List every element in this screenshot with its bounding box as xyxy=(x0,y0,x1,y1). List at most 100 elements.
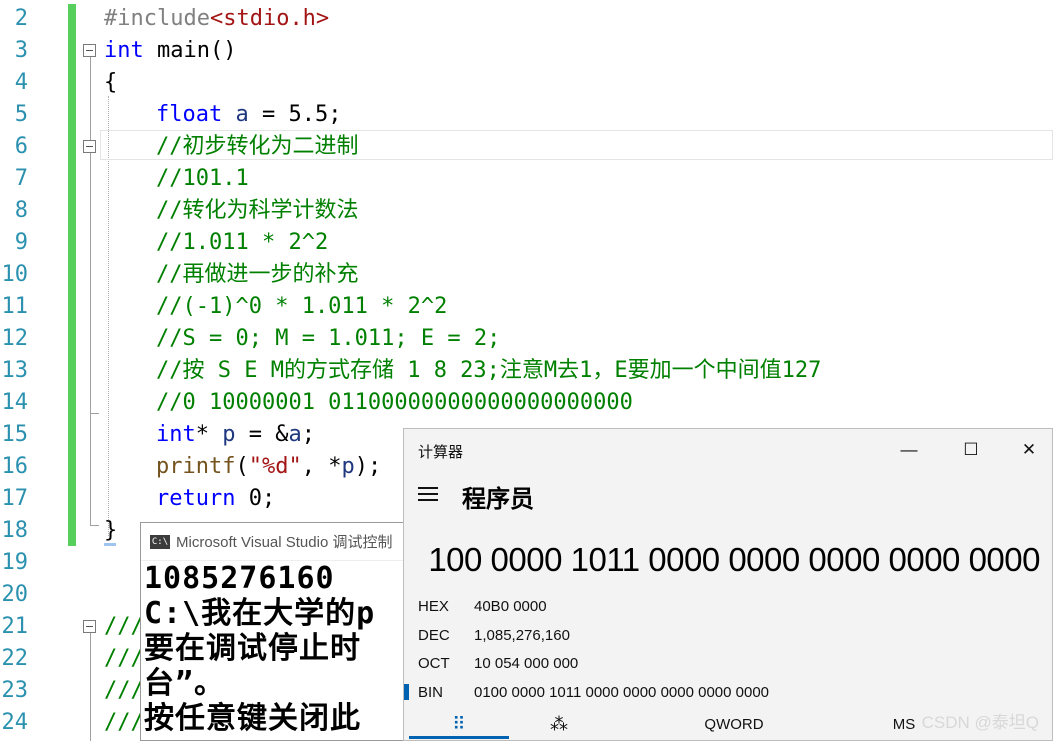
line-number: 13 xyxy=(1,358,29,383)
doc-comment-line-22[interactable]: /// xyxy=(104,643,144,675)
word-size-button[interactable]: QWORD xyxy=(659,709,809,739)
include-path: <stdio.h> xyxy=(209,6,330,31)
line-number: 8 xyxy=(14,198,28,223)
radix-row-bin[interactable]: BIN 0100 0000 1011 0000 0000 0000 0000 0… xyxy=(404,678,1044,706)
line-number: 2 xyxy=(14,6,28,31)
fold-end-mark xyxy=(90,413,99,414)
radix-row-hex[interactable]: HEX 40B0 0000 xyxy=(404,592,1044,620)
menu-hamburger-icon[interactable] xyxy=(418,487,438,505)
fold-guide xyxy=(90,633,91,741)
radix-row-oct[interactable]: OCT 10 054 000 000 xyxy=(404,649,1044,677)
calculator-title: 计算器 xyxy=(418,444,464,461)
comment-line-11[interactable]: //(-1)^0 * 1.011 * 2^2 xyxy=(156,291,447,323)
comment-line-14[interactable]: //0 10000001 01100000000000000000000 xyxy=(156,387,633,419)
bit-toggle-keypad-icon[interactable]: ⁂ xyxy=(509,709,609,739)
line-number: 15 xyxy=(1,422,29,447)
code-text: , * xyxy=(301,454,342,479)
console-output-line: 台”。 xyxy=(144,666,226,701)
console-app-icon: C:\ xyxy=(150,534,170,549)
comment-line-13[interactable]: //按 S E M的方式存储 1 8 23;注意M去1，E要加一个中间值127 xyxy=(156,355,821,387)
code-line-3[interactable]: int main() xyxy=(104,35,236,67)
line-number: 17 xyxy=(1,486,29,511)
collapse-comment-toggle[interactable] xyxy=(83,140,96,153)
line-number: 11 xyxy=(1,294,29,319)
radix-row-dec[interactable]: DEC 1,085,276,160 xyxy=(404,621,1044,649)
debug-console-window[interactable]: C:\ Microsoft Visual Studio 调试控制 1085276… xyxy=(140,522,410,741)
radix-value: 10 054 000 000 xyxy=(474,654,579,672)
preprocessor-directive: #include xyxy=(104,6,210,31)
comment-line-6[interactable]: //初步转化为二进制 xyxy=(156,131,359,163)
line-number: 12 xyxy=(1,326,29,351)
fold-end-mark xyxy=(90,525,99,526)
variable: a xyxy=(288,422,302,447)
active-radix-indicator xyxy=(404,684,409,700)
console-output-line: 要在调试停止时 xyxy=(144,631,361,666)
code-line-16[interactable]: printf("%d", *p); xyxy=(156,451,381,483)
full-keypad-icon[interactable]: ⠿ xyxy=(409,709,509,739)
console-title-bar[interactable]: C:\ Microsoft Visual Studio 调试控制 xyxy=(141,523,409,561)
radix-name: HEX xyxy=(418,597,449,615)
console-output-line: 1085276160 xyxy=(144,561,335,596)
line-number: 3 xyxy=(14,38,28,63)
indent-guide xyxy=(108,96,109,536)
code-text: ( xyxy=(235,454,249,479)
code-line-17[interactable]: return 0; xyxy=(156,483,275,515)
active-tab-underline xyxy=(409,736,509,739)
variable: p xyxy=(222,422,236,447)
keyword: float xyxy=(156,102,223,127)
code-text: * xyxy=(195,422,223,447)
console-title: Microsoft Visual Studio 调试控制 xyxy=(176,534,393,551)
calculator-display: 100 0000 1011 0000 0000 0000 0000 0000 xyxy=(428,541,1040,578)
doc-comment-line-23[interactable]: /// xyxy=(104,675,144,707)
doc-comment-line-21[interactable]: /// xyxy=(104,611,144,643)
line-number: 19 xyxy=(1,550,29,575)
radix-value: 1,085,276,160 xyxy=(474,626,570,644)
code-text: ); xyxy=(354,454,382,479)
fold-guide xyxy=(90,57,91,525)
code-text: = 5.5; xyxy=(248,102,342,127)
radix-name: DEC xyxy=(418,626,450,644)
line-number: 6 xyxy=(14,134,28,159)
code-text: ; xyxy=(301,422,315,447)
code-text: { xyxy=(104,70,118,95)
line-number: 9 xyxy=(14,230,28,255)
code-line-15[interactable]: int* p = &a; xyxy=(156,419,315,451)
string-literal: "%d" xyxy=(248,454,302,479)
variable: p xyxy=(341,454,355,479)
line-number: 22 xyxy=(1,646,29,671)
keyword: int xyxy=(156,422,196,447)
brace-match-marker xyxy=(104,543,116,546)
line-number: 5 xyxy=(14,102,28,127)
keyword: int xyxy=(104,38,144,63)
keyword: return xyxy=(156,486,236,511)
code-line-2[interactable]: #include<stdio.h> xyxy=(104,3,329,35)
console-output-line: 按任意键关闭此 xyxy=(144,701,361,736)
line-number: 14 xyxy=(1,390,29,415)
doc-comment-line-24[interactable]: /// xyxy=(104,707,144,739)
code-text: main() xyxy=(143,38,237,63)
comment-line-7[interactable]: //101.1 xyxy=(156,163,249,195)
code-line-4[interactable]: { xyxy=(104,67,117,99)
variable: a xyxy=(222,102,249,127)
minimize-button[interactable]: — xyxy=(894,437,924,463)
comment-line-12[interactable]: //S = 0; M = 1.011; E = 2; xyxy=(156,323,500,355)
comment-line-10[interactable]: //再做进一步的补充 xyxy=(156,259,359,291)
close-button[interactable]: ✕ xyxy=(1014,437,1044,463)
collapse-main-toggle[interactable] xyxy=(83,44,96,57)
calculator-window[interactable]: 计算器 — ☐ ✕ 程序员 100 0000 1011 0000 0000 00… xyxy=(403,428,1053,741)
line-number: 18 xyxy=(1,518,29,543)
radix-value: 0100 0000 1011 0000 0000 0000 0000 0000 xyxy=(474,683,770,701)
code-text: = & xyxy=(235,422,289,447)
comment-line-9[interactable]: //1.011 * 2^2 xyxy=(156,227,328,259)
radix-name: OCT xyxy=(418,654,450,672)
collapse-doc-comment-toggle[interactable] xyxy=(83,620,96,633)
code-text: 0; xyxy=(235,486,276,511)
line-number: 23 xyxy=(1,678,29,703)
code-line-5[interactable]: float a = 5.5; xyxy=(156,99,341,131)
radix-name: BIN xyxy=(418,683,444,701)
line-number: 24 xyxy=(1,710,29,735)
comment-line-8[interactable]: //转化为科学计数法 xyxy=(156,195,359,227)
maximize-button[interactable]: ☐ xyxy=(956,437,986,463)
change-tracking-bar xyxy=(68,4,76,546)
radix-value: 40B0 0000 xyxy=(474,597,547,615)
